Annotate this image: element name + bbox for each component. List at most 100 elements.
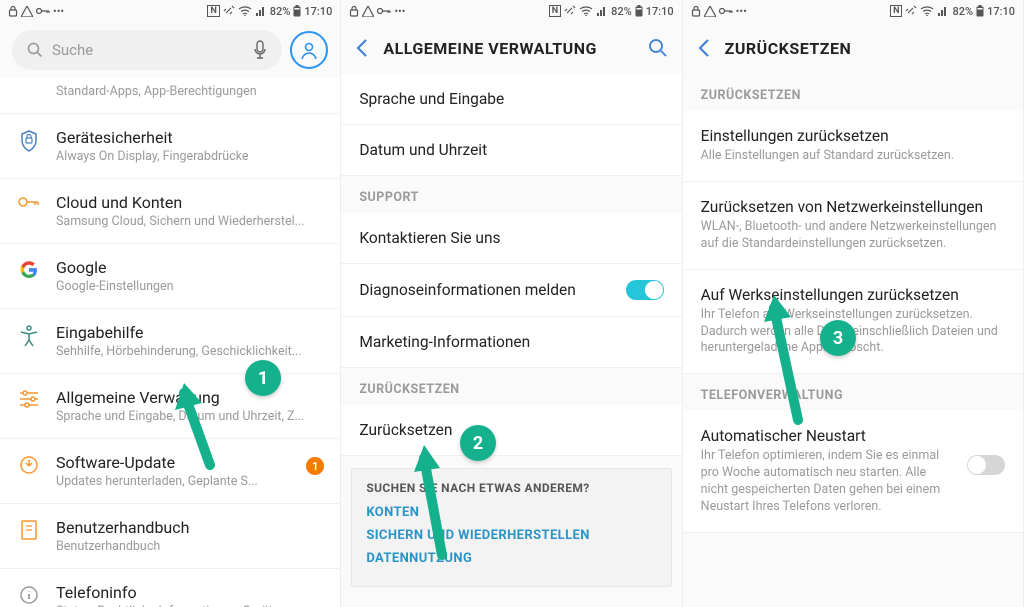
section-phone-mgmt: TELEFONVERWALTUNG [683, 374, 1023, 411]
search-icon [26, 41, 44, 59]
setting-item-google[interactable]: Google Google-Einstellungen [0, 244, 340, 309]
setting-sub: Sehhilfe, Hörbehinderung, Geschicklichke… [56, 344, 324, 359]
nfc-icon: N [549, 5, 561, 17]
item-title: Einstellungen zurücksetzen [701, 127, 1005, 145]
setting-item-cloud[interactable]: Cloud und Konten Samsung Cloud, Sichern … [0, 179, 340, 244]
toggle-diagnostics[interactable] [626, 280, 664, 300]
annotation-badge-2: 2 [460, 425, 496, 461]
key-icon [36, 7, 50, 15]
item-title: Zurücksetzen von Netzwerkeinstellungen [701, 198, 1005, 216]
profile-button[interactable] [290, 31, 328, 69]
item-sub: Ihr Telefon optimieren, indem Sie es ein… [701, 448, 955, 516]
phone-screen-settings: ••• N 82% 17:10 Suche Standard-Apps, App… [0, 0, 341, 607]
settings-list: Standard-Apps, App-Berechtigungen Geräte… [0, 78, 340, 607]
setting-sub: Always On Display, Fingerabdrücke [56, 149, 324, 164]
setting-title: Gerätesicherheit [56, 128, 324, 147]
shield-icon [18, 130, 40, 152]
sliders-icon [18, 390, 40, 408]
item-label: Zurücksetzen [359, 421, 663, 439]
setting-title: Cloud und Konten [56, 193, 324, 212]
item-auto-restart[interactable]: Automatischer Neustart Ihr Telefon optim… [683, 411, 1023, 533]
nfc-icon: N [890, 5, 902, 17]
section-support: SUPPORT [341, 176, 681, 213]
lock-icon [349, 5, 359, 17]
key-icon [719, 7, 733, 15]
item-date-time[interactable]: Datum und Uhrzeit [341, 125, 681, 176]
signal-icon [255, 6, 267, 16]
page-header: ALLGEMEINE VERWALTUNG [341, 22, 681, 74]
nfc-icon: N [207, 5, 219, 17]
search-placeholder: Suche [52, 41, 244, 59]
lock-icon [691, 5, 701, 17]
item-reset-settings[interactable]: Einstellungen zurücksetzen Alle Einstell… [683, 111, 1023, 182]
item-sub: Alle Einstellungen auf Standard zurückse… [701, 148, 1005, 165]
item-sub: WLAN-, Bluetooth- und andere Netzwerkein… [701, 219, 1005, 253]
key-icon [18, 195, 40, 209]
setting-item-apps[interactable]: Standard-Apps, App-Berechtigungen [0, 78, 340, 114]
back-button[interactable] [355, 38, 369, 58]
book-icon [18, 520, 40, 540]
signal-icon [937, 6, 949, 16]
battery-icon [293, 5, 301, 17]
setting-item-manual[interactable]: Benutzerhandbuch Benutzerhandbuch [0, 504, 340, 569]
item-factory-reset[interactable]: Auf Werkseinstellungen zurücksetzen Ihr … [683, 270, 1023, 375]
signal-icon [596, 6, 608, 16]
item-language-input[interactable]: Sprache und Eingabe [341, 74, 681, 125]
item-label: Marketing-Informationen [359, 333, 663, 351]
search-header: Suche [0, 22, 340, 78]
wifi-icon [238, 6, 252, 16]
battery-text: 82% [270, 5, 291, 18]
item-title: Automatischer Neustart [701, 427, 955, 445]
battery-icon [976, 5, 984, 17]
setting-item-accessibility[interactable]: Eingabehilfe Sehhilfe, Hörbehinderung, G… [0, 309, 340, 374]
battery-icon [635, 5, 643, 17]
mic-icon[interactable] [252, 40, 268, 60]
toggle-auto-restart[interactable] [967, 455, 1005, 475]
annotation-arrow-1 [160, 375, 240, 470]
page-title: ALLGEMEINE VERWALTUNG [383, 39, 633, 58]
search-input[interactable]: Suche [12, 30, 282, 70]
warning-icon [362, 6, 374, 17]
setting-sub: Updates herunterladen, Geplante S... [56, 474, 290, 489]
setting-item-security[interactable]: Gerätesicherheit Always On Display, Fing… [0, 114, 340, 179]
page-header: ZURÜCKSETZEN [683, 22, 1023, 74]
warning-icon [704, 6, 716, 17]
vibrate-icon [223, 5, 235, 17]
setting-title: Eingabehilfe [56, 323, 324, 342]
search-else-box: SUCHEN SIE NACH ETWAS ANDEREM? KONTEN SI… [351, 468, 671, 587]
item-label: Diagnoseinformationen melden [359, 281, 613, 299]
clock-text: 17:10 [646, 5, 674, 18]
battery-text: 82% [952, 5, 973, 18]
annotation-badge-1: 1 [245, 360, 281, 396]
item-label: Datum und Uhrzeit [359, 141, 663, 159]
section-reset: ZURÜCKSETZEN [683, 74, 1023, 111]
accessibility-icon [18, 325, 40, 347]
section-reset: ZURÜCKSETZEN [341, 368, 681, 405]
item-diagnostics[interactable]: Diagnoseinformationen melden [341, 264, 681, 317]
more-icon: ••• [736, 5, 747, 18]
item-reset-network[interactable]: Zurücksetzen von Netzwerkeinstellungen W… [683, 182, 1023, 270]
status-bar: ••• N 82% 17:10 [341, 0, 681, 22]
vibrate-icon [564, 5, 576, 17]
setting-title: Telefoninfo [56, 583, 324, 602]
item-reset[interactable]: Zurücksetzen [341, 405, 681, 456]
item-label: Sprache und Eingabe [359, 90, 663, 108]
battery-text: 82% [611, 5, 632, 18]
annotation-arrow-3 [750, 290, 830, 425]
item-title: Auf Werkseinstellungen zurücksetzen [701, 286, 1005, 304]
google-icon [18, 260, 40, 280]
setting-item-phone-info[interactable]: Telefoninfo Status, Rechtliche Informati… [0, 569, 340, 607]
wifi-icon [579, 6, 593, 16]
setting-title: Benutzerhandbuch [56, 518, 324, 537]
warning-icon [21, 6, 33, 17]
item-contact-us[interactable]: Kontaktieren Sie uns [341, 213, 681, 264]
setting-sub: Standard-Apps, App-Berechtigungen [56, 84, 324, 99]
annotation-arrow-2 [402, 440, 472, 560]
update-badge: 1 [306, 457, 324, 475]
item-marketing[interactable]: Marketing-Informationen [341, 317, 681, 368]
back-button[interactable] [697, 38, 711, 58]
phone-screen-reset: ••• N 82% 17:10 ZURÜCKSETZEN ZURÜCKSETZE… [683, 0, 1024, 607]
more-icon: ••• [394, 5, 405, 18]
search-icon[interactable] [648, 38, 668, 58]
phone-screen-general: ••• N 82% 17:10 ALLGEMEINE VERWALTUNG Sp… [341, 0, 682, 607]
